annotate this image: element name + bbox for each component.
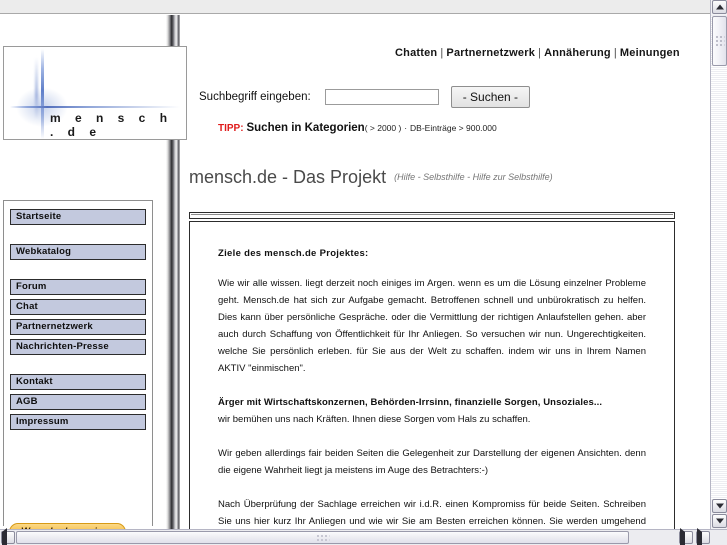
grip-dots-icon [715,35,724,47]
nav-link-annaeherung[interactable]: Annäherung [544,47,611,59]
content-heading: Ziele des mensch.de Projektes: [218,248,369,259]
scroll-up-button[interactable] [712,0,727,14]
sidebar-item-partnernetzwerk[interactable]: Partnernetzwerk [10,319,146,335]
triangle-right-icon [680,528,685,545]
content-panel: Ziele des mensch.de Projektes: Wie wir a… [189,221,675,529]
horizontal-scrollbar[interactable] [0,528,727,545]
scroll-down-button[interactable] [712,499,727,513]
scroll-left-button[interactable] [1,528,15,545]
nav-link-partnernetzwerk[interactable]: Partnernetzwerk [446,47,535,59]
grip-dots-icon-horizontal [316,534,329,541]
triangle-down-icon-secondary [715,518,724,524]
sidebar-item-nachrichten-presse[interactable]: Nachrichten-Presse [10,339,146,355]
sidebar-item-webkatalog[interactable]: Webkatalog [10,244,146,260]
sidebar-item-impressum[interactable]: Impressum [10,414,146,430]
vertical-scrollbar[interactable] [710,0,727,529]
window-top-strip [0,0,727,14]
nav-link-meinungen[interactable]: Meinungen [620,47,680,59]
page-title-main: mensch.de - Das Projekt [189,167,387,187]
tip-category-count: ( > 2000 ) [364,123,402,133]
content-lead-line: Ärger mit Wirtschaftskonzernen, Behörden… [218,397,603,408]
tip-label: TIPP: [218,123,244,134]
sidebar: Startseite Webkatalog Forum Chat Partner… [3,200,153,526]
page-title-subtitle: (Hilfe - Selbsthilfe - Hilfe zur Selbsth… [394,172,553,182]
sidebar-item-kontakt[interactable]: Kontakt [10,374,146,390]
tip-db-entries: DB-Einträge > 900.000 [410,123,497,133]
horizontal-scrollbar-thumb[interactable] [16,531,629,544]
tip-category-link[interactable]: Suchen in Kategorien [246,122,364,134]
tip-dot: · [404,123,408,133]
search-bar: Suchbegriff eingeben: - Suchen - [199,86,531,108]
search-label: Suchbegriff eingeben: [199,91,311,103]
browser-window: m e n s c h . d e Chatten | Partnernetzwer… [0,0,727,545]
triangle-left-icon [2,528,7,545]
content-top-bar [189,212,675,219]
web-page: m e n s c h . d e Chatten | Partnernetzwer… [0,15,709,529]
scroll-right-button[interactable] [679,528,693,545]
sidebar-item-startseite[interactable]: Startseite [10,209,146,225]
content-paragraph-kompromiss: Nach Überprüfung der Sachlage erreichen … [218,499,646,527]
page-title: mensch.de - Das Projekt (Hilfe - Selbsthi… [189,167,553,188]
search-tip: TIPP: Suchen in Kategorien( > 2000 ) · D… [218,122,497,134]
logo-horizontal-bar-icon [10,106,180,108]
nav-link-chatten[interactable]: Chatten [395,47,437,59]
search-button[interactable]: - Suchen - [450,86,531,108]
nav-separator-3: | [613,47,617,59]
search-input[interactable] [324,89,439,105]
logo-wordmark: m e n s c h . d e [50,111,173,139]
content-paragraph-fair: Wir geben allerdings fair beiden Seiten … [218,448,646,476]
triangle-up-icon [715,4,724,10]
logo-vertical-accent-icon [35,57,38,119]
page-right-margin [693,15,709,529]
sidebar-item-agb[interactable]: AGB [10,394,146,410]
logo-vertical-bar-icon [41,49,44,139]
vertical-scrollbar-track[interactable] [711,15,727,499]
content-paragraph-intro: Wie wir alle wissen. liegt derzeit noch … [218,278,646,374]
triangle-down-icon [715,503,724,509]
scroll-right-button-secondary[interactable] [696,528,710,545]
site-logo[interactable]: m e n s c h . d e [3,46,187,140]
sidebar-item-forum[interactable]: Forum [10,279,146,295]
top-navigation: Chatten | Partnernetzwerk | Annäherung | Meinu… [395,47,680,59]
nav-separator-2: | [538,47,542,59]
sidebar-item-chat[interactable]: Chat [10,299,146,315]
scroll-down-button-secondary[interactable] [712,514,727,528]
triangle-right-icon-secondary [697,528,702,545]
vertical-scrollbar-thumb[interactable] [712,16,727,66]
content-lead-followup: wir bemühen uns nach Kräften. Ihnen dies… [218,414,531,425]
